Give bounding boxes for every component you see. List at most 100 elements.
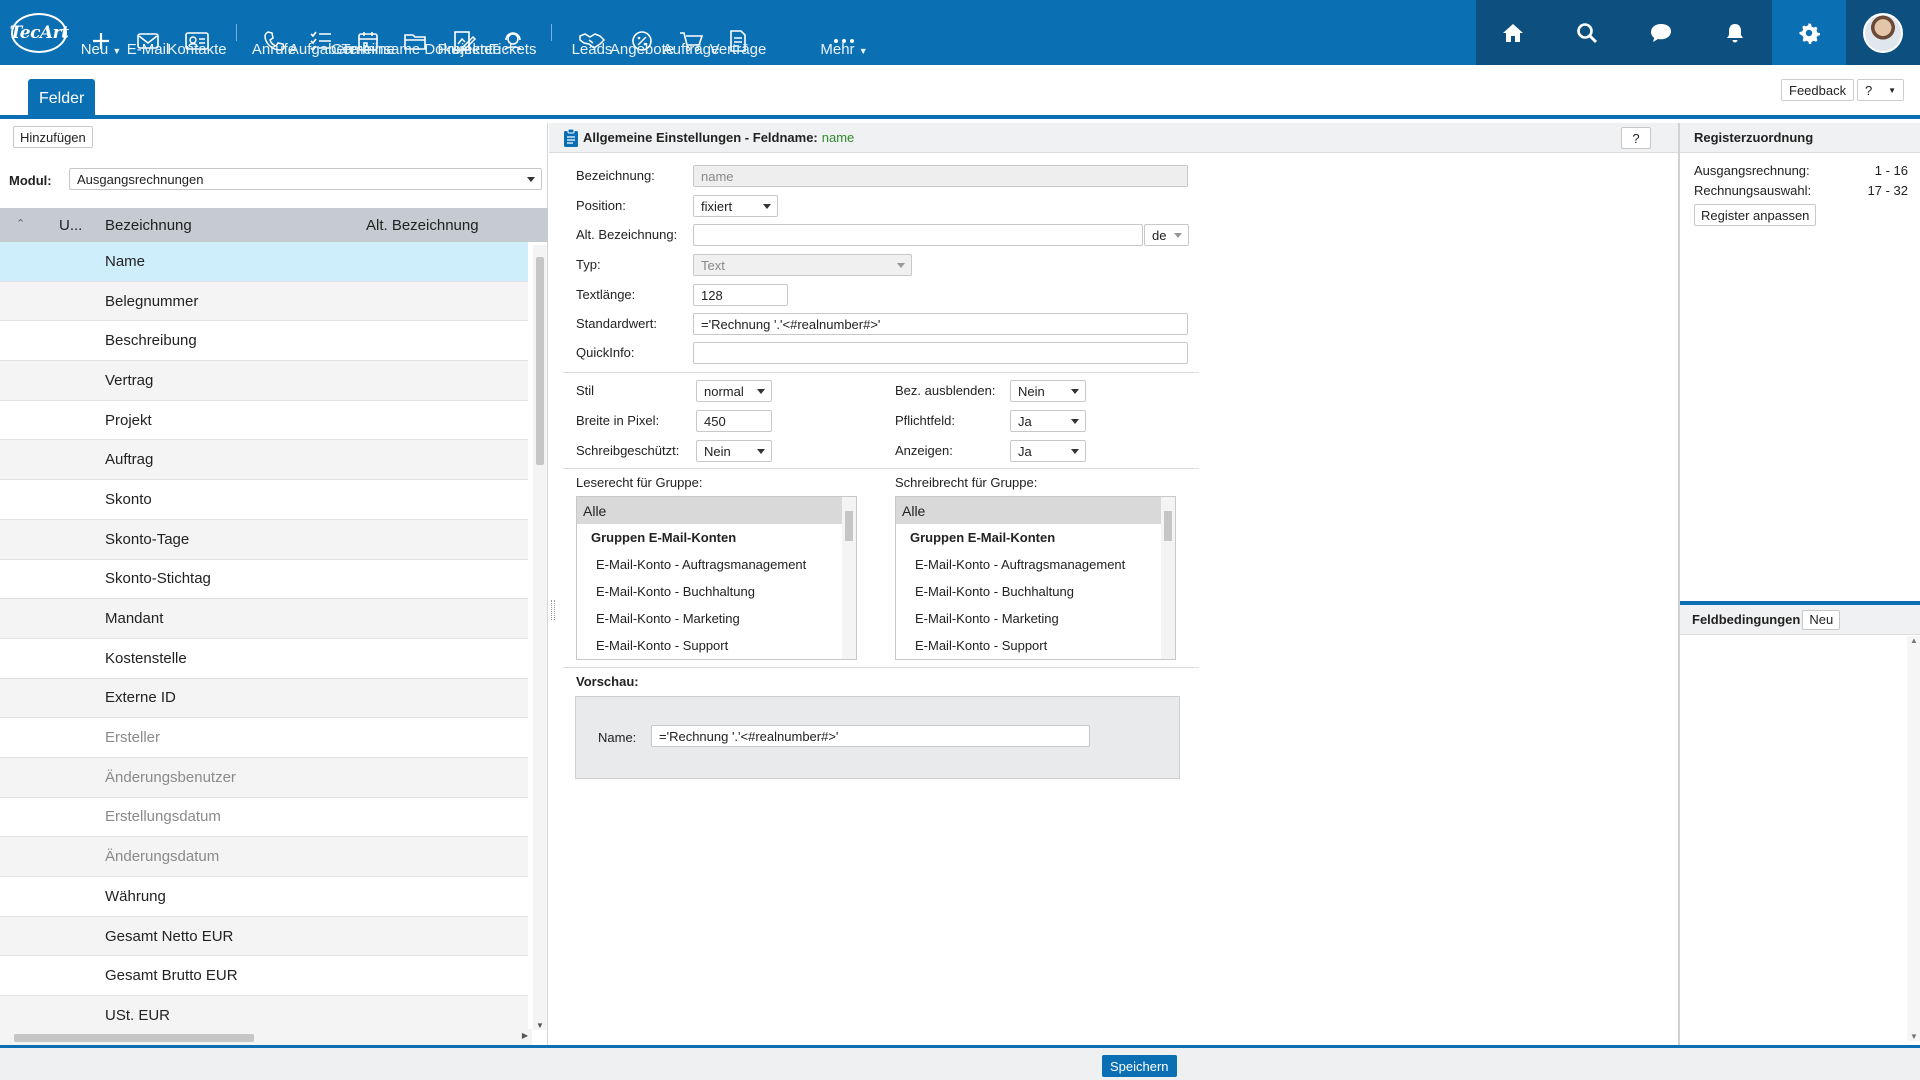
list-item[interactable]: Gruppen E-Mail-Konten xyxy=(577,524,856,551)
quickinfo-field[interactable] xyxy=(693,342,1188,364)
feedback-button[interactable]: Feedback xyxy=(1781,79,1855,101)
bell-icon xyxy=(1727,23,1743,42)
textlaenge-field[interactable]: 128 xyxy=(693,284,788,306)
position-select[interactable]: fixiert xyxy=(693,195,778,217)
stil-select[interactable]: normal xyxy=(696,380,772,402)
table-row[interactable]: Skonto-Stichtag xyxy=(0,560,528,600)
list-item[interactable]: Alle xyxy=(577,497,856,524)
bez-ausblenden-select[interactable]: Nein xyxy=(1010,380,1086,402)
help-button[interactable]: ? xyxy=(1621,127,1651,149)
nav-email[interactable]: E-Mail xyxy=(124,0,172,65)
nav-mehr[interactable]: Mehr ▼ xyxy=(820,0,868,65)
table-row[interactable]: Änderungsdatum xyxy=(0,837,528,877)
scroll-up-arrow-icon[interactable]: ▲ xyxy=(1910,636,1918,645)
settings-button[interactable] xyxy=(1772,0,1846,72)
scroll-right-arrow-icon[interactable]: ▶ xyxy=(522,1031,528,1040)
list-item[interactable]: E-Mail-Konto - Marketing xyxy=(896,605,1175,632)
nav-vertraege[interactable]: Verträge xyxy=(710,0,766,65)
list-item[interactable]: E-Mail-Konto - Auftragsmanagement xyxy=(896,551,1175,578)
notifications-button[interactable] xyxy=(1698,0,1772,65)
listbox-scrollbar[interactable] xyxy=(1161,497,1175,659)
table-row[interactable]: Gesamt Netto EUR xyxy=(0,916,528,957)
table-row[interactable]: Projekt xyxy=(0,401,528,441)
breite-field[interactable]: 450 xyxy=(696,410,772,432)
leserecht-listbox[interactable]: Alle Gruppen E-Mail-Konten E-Mail-Konto - … xyxy=(576,496,857,660)
standardwert-field[interactable]: ='Rechnung '.'<#realnumber#>' xyxy=(693,313,1188,335)
caret-down-icon: ▼ xyxy=(858,46,868,56)
anzeigen-select[interactable]: Ja xyxy=(1010,440,1086,462)
table-row[interactable]: Auftrag xyxy=(0,440,528,481)
table-row[interactable]: Vertrag xyxy=(0,361,528,401)
table-row[interactable]: Änderungsbenutzer xyxy=(0,757,528,798)
tecart-logo[interactable]: TecArt xyxy=(0,0,78,65)
help-dropdown-button[interactable]: ? ▼ xyxy=(1857,79,1904,101)
nav-auftraege[interactable]: Aufträge xyxy=(663,0,719,65)
home-button[interactable] xyxy=(1476,0,1550,65)
column-header-alt-bezeichnung[interactable]: Alt. Bezeichnung xyxy=(366,217,479,234)
table-row[interactable]: Skonto xyxy=(0,480,528,520)
scrollbar-thumb[interactable] xyxy=(1164,511,1172,541)
horizontal-scrollbar[interactable]: ▶ xyxy=(0,1029,532,1045)
preview-box: Name: ='Rechnung '.'<#realnumber#>' xyxy=(575,696,1180,779)
user-avatar-button[interactable] xyxy=(1846,0,1920,65)
vertical-scrollbar[interactable]: ▼ xyxy=(533,245,547,1030)
register-anpassen-button[interactable]: Register anpassen xyxy=(1694,204,1817,226)
nav-email-label: E-Mail xyxy=(126,41,170,58)
modul-select[interactable]: Ausgangsrechnungen xyxy=(69,168,542,190)
table-row[interactable]: Belegnummer xyxy=(0,281,528,322)
table-row[interactable]: Name xyxy=(0,242,528,282)
table-row[interactable]: Erstellungsdatum xyxy=(0,798,528,838)
sort-up-icon[interactable]: ⌃ xyxy=(16,217,25,230)
nav-gemeinsame-dokumente[interactable]: Gemeinsame Dokumente xyxy=(331,0,501,65)
panel-splitter-handle[interactable] xyxy=(551,600,555,620)
table-row[interactable]: Mandant xyxy=(0,599,528,639)
column-header-u[interactable]: U... xyxy=(59,217,82,234)
list-item[interactable]: E-Mail-Konto - Marketing xyxy=(577,605,856,632)
chat-button[interactable] xyxy=(1624,0,1698,65)
nav-projekte[interactable]: Projekte xyxy=(437,0,493,65)
conditions-scrollbar[interactable]: ▲ ▼ xyxy=(1907,636,1920,1041)
schreibrecht-listbox[interactable]: Alle Gruppen E-Mail-Konten E-Mail-Konto - … xyxy=(895,496,1176,660)
scrollbar-thumb[interactable] xyxy=(14,1034,254,1042)
table-row[interactable]: Ersteller xyxy=(0,718,528,758)
scrollbar-thumb[interactable] xyxy=(845,511,853,541)
table-row[interactable]: Kostenstelle xyxy=(0,639,528,679)
nav-angebote[interactable]: Angebote xyxy=(610,0,674,65)
preview-name-field[interactable]: ='Rechnung '.'<#realnumber#>' xyxy=(651,725,1090,747)
tab-felder[interactable]: Felder xyxy=(28,79,96,119)
add-field-button[interactable]: Hinzufügen xyxy=(13,126,93,148)
row-bezeichnung: Auftrag xyxy=(105,451,154,469)
table-row[interactable]: Skonto-Tage xyxy=(0,519,528,560)
list-item[interactable]: E-Mail-Konto - Buchhaltung xyxy=(577,578,856,605)
language-select[interactable]: de xyxy=(1144,224,1189,246)
table-row[interactable]: Externe ID xyxy=(0,678,528,719)
list-item[interactable]: E-Mail-Konto - Support xyxy=(577,632,856,659)
scroll-down-arrow-icon[interactable]: ▼ xyxy=(1910,1032,1918,1041)
typ-select-value: Text xyxy=(701,257,725,273)
scrollbar-thumb[interactable] xyxy=(536,257,544,465)
table-header: ⌃ U... Bezeichnung Alt. Bezeichnung xyxy=(0,208,548,242)
new-condition-button[interactable]: Neu xyxy=(1802,609,1841,630)
table-row[interactable]: Gesamt Brutto EUR xyxy=(0,956,528,997)
pflichtfeld-select[interactable]: Ja xyxy=(1010,410,1086,432)
list-item[interactable]: E-Mail-Konto - Buchhaltung xyxy=(896,578,1175,605)
nav-neu[interactable]: Neu ▼ xyxy=(78,0,124,65)
table-row[interactable]: USt. EUR xyxy=(0,996,528,1032)
table-row[interactable]: Währung xyxy=(0,877,528,917)
caret-down-icon xyxy=(897,263,905,268)
list-item[interactable]: E-Mail-Konto - Support xyxy=(896,632,1175,659)
list-item[interactable]: Alle xyxy=(896,497,1175,524)
list-item[interactable]: E-Mail-Konto - Auftragsmanagement xyxy=(577,551,856,578)
list-item[interactable]: Gruppen E-Mail-Konten xyxy=(896,524,1175,551)
nav-kontakte[interactable]: Kontakte xyxy=(167,0,227,65)
nav-tickets[interactable]: Tickets xyxy=(489,0,537,65)
schreibgeschuetzt-select[interactable]: Nein xyxy=(696,440,772,462)
logo-text: TecArt xyxy=(10,12,69,53)
column-header-bezeichnung[interactable]: Bezeichnung xyxy=(105,217,192,234)
table-row[interactable]: Beschreibung xyxy=(0,321,528,362)
listbox-scrollbar[interactable] xyxy=(842,497,856,659)
search-button[interactable] xyxy=(1550,0,1624,65)
scroll-down-arrow-icon[interactable]: ▼ xyxy=(536,1021,544,1030)
alt-bezeichnung-field[interactable] xyxy=(693,224,1143,246)
save-button[interactable]: Speichern xyxy=(1102,1055,1177,1077)
